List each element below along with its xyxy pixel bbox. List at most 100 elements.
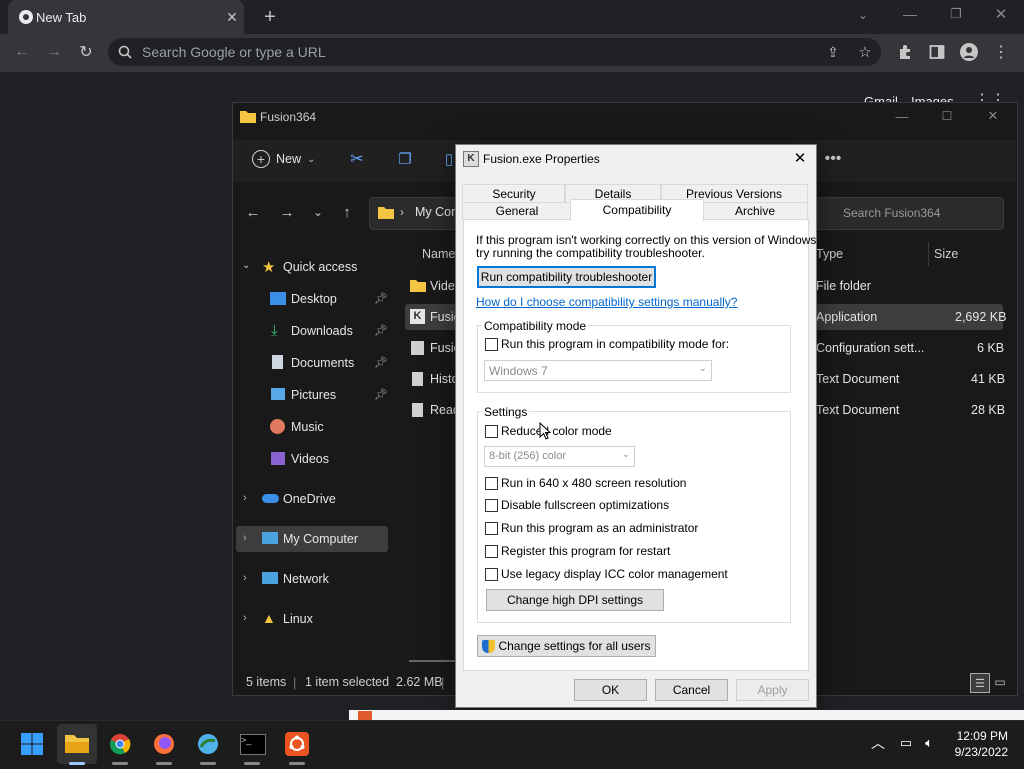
run-as-admin-checkbox[interactable] <box>485 522 498 535</box>
explorer-forward-icon[interactable]: → <box>278 203 296 221</box>
onedrive-icon <box>262 494 279 503</box>
column-header-size[interactable]: Size <box>934 247 958 261</box>
running-indicator <box>156 762 172 765</box>
videos-icon <box>271 452 285 465</box>
reload-icon[interactable]: ↻ <box>76 42 96 62</box>
network-icon <box>262 572 278 584</box>
computer-icon <box>262 532 278 544</box>
sidebar-item-linux[interactable]: Linux <box>283 612 313 626</box>
tiles-view-icon[interactable]: ▭ <box>992 673 1008 691</box>
minimize-icon[interactable]: — <box>900 4 920 24</box>
sidebar-item-downloads[interactable]: Downloads <box>291 324 353 338</box>
reduced-color-checkbox[interactable] <box>485 425 498 438</box>
tab-security[interactable]: Security <box>462 184 566 203</box>
back-icon[interactable]: ← <box>12 42 32 62</box>
my-computer-chevron-icon[interactable]: › <box>243 532 247 544</box>
bookmark-star-icon[interactable]: ☆ <box>856 43 874 61</box>
taskbar-app-icon[interactable] <box>197 733 219 758</box>
up-icon[interactable]: ↑ <box>338 203 356 221</box>
details-view-icon[interactable]: ☰ <box>970 673 990 693</box>
run-troubleshooter-button[interactable]: Run compatibility troubleshooter <box>477 266 656 288</box>
resolution-640-checkbox[interactable] <box>485 477 498 490</box>
apply-button[interactable]: Apply <box>736 679 809 701</box>
clock-date[interactable]: 9/23/2022 <box>940 745 1008 759</box>
restore-icon[interactable]: ❐ <box>946 4 966 24</box>
chevron-down-icon: ⌄ <box>621 449 630 460</box>
recent-locations-icon[interactable]: ⌄ <box>310 203 326 221</box>
color-depth-select[interactable]: 8-bit (256) color ⌄ <box>484 446 635 467</box>
horizontal-scrollbar[interactable] <box>409 660 459 662</box>
compat-mode-checkbox[interactable] <box>485 338 498 351</box>
cancel-button[interactable]: Cancel <box>655 679 728 701</box>
sidebar-item-desktop[interactable]: Desktop <box>291 292 337 306</box>
sidebar-item-pictures[interactable]: Pictures <box>291 388 336 402</box>
profile-avatar[interactable] <box>960 43 978 61</box>
file-size: 28 KB <box>971 403 1006 417</box>
window-close-icon[interactable]: ✕ <box>991 4 1011 24</box>
dialog-close-icon[interactable]: ✕ <box>792 150 808 167</box>
start-windows-icon[interactable] <box>20 732 44 756</box>
tab-close-icon[interactable]: ✕ <box>224 9 240 25</box>
compat-os-select[interactable]: Windows 7 ⌄ <box>484 360 712 381</box>
forward-icon[interactable]: → <box>44 42 64 62</box>
chrome-icon <box>18 9 34 25</box>
disable-fullscreen-checkbox[interactable] <box>485 499 498 512</box>
quick-access-chevron-icon[interactable]: ⌄ <box>242 260 250 271</box>
share-icon[interactable]: ⇪ <box>824 43 842 61</box>
explorer-close-icon[interactable]: ✕ <box>984 108 1002 124</box>
taskbar-terminal-icon[interactable]: >_ <box>240 734 266 755</box>
file-type: File folder <box>816 279 871 293</box>
network-status-icon[interactable]: ▭ <box>897 735 915 751</box>
sidebar-item-onedrive[interactable]: OneDrive <box>283 492 336 506</box>
star-icon: ★ <box>262 259 276 276</box>
cut-icon[interactable]: ✂ <box>348 150 366 168</box>
copy-icon[interactable]: ❐ <box>396 150 414 168</box>
tab-general[interactable]: General <box>462 202 572 220</box>
help-link[interactable]: How do I choose compatibility settings m… <box>476 295 737 309</box>
sidebar-item-videos[interactable]: Videos <box>291 452 329 466</box>
paste-icon[interactable]: ▯ <box>443 150 455 168</box>
explorer-back-icon[interactable]: ← <box>244 203 262 221</box>
sidebar-item-network[interactable]: Network <box>283 572 329 586</box>
file-name[interactable]: Vide <box>430 279 455 293</box>
new-tab-icon[interactable]: + <box>259 6 281 28</box>
active-app-indicator <box>69 762 85 765</box>
sidebar-item-documents[interactable]: Documents <box>291 356 354 370</box>
address-folder-icon <box>377 205 395 219</box>
legacy-icc-checkbox[interactable] <box>485 568 498 581</box>
more-menu-icon[interactable]: ⋮ <box>993 43 1009 61</box>
new-button[interactable]: + New ⌄ <box>252 150 315 168</box>
tab-archive[interactable]: Archive <box>702 202 808 220</box>
pictures-icon <box>271 388 285 400</box>
explorer-more-icon[interactable]: ••• <box>822 150 844 168</box>
side-panel-icon[interactable] <box>928 43 946 61</box>
explorer-minimize-icon[interactable]: — <box>893 108 911 124</box>
onedrive-chevron-icon[interactable]: › <box>243 492 247 504</box>
sidebar-item-quick-access[interactable]: Quick access <box>283 260 357 274</box>
volume-icon[interactable]: 🔈︎ <box>920 735 938 751</box>
status-divider: | <box>441 675 445 690</box>
taskbar-chrome-icon[interactable] <box>109 733 131 758</box>
file-size: 6 KB <box>977 341 1005 355</box>
register-restart-checkbox[interactable] <box>485 545 498 558</box>
running-indicator <box>200 762 216 765</box>
change-dpi-button[interactable]: Change high DPI settings <box>486 589 664 611</box>
sidebar-item-music[interactable]: Music <box>291 420 324 434</box>
explorer-maximize-icon[interactable]: ☐ <box>938 108 956 124</box>
taskbar-ubuntu-icon[interactable] <box>285 732 309 756</box>
extensions-icon[interactable] <box>896 43 914 61</box>
column-header-type[interactable]: Type <box>816 247 843 261</box>
linux-chevron-icon[interactable]: › <box>243 612 247 624</box>
column-header-name[interactable]: Name <box>422 247 455 261</box>
sidebar-item-my-computer[interactable]: My Computer <box>283 532 358 546</box>
network-chevron-icon[interactable]: › <box>243 572 247 584</box>
tab-search-icon[interactable]: ⌄ <box>852 6 874 24</box>
tray-overflow-icon[interactable]: ︿ <box>870 735 886 751</box>
taskbar-firefox-icon[interactable] <box>153 733 175 758</box>
ok-button[interactable]: OK <box>574 679 647 701</box>
new-label: New <box>276 152 302 166</box>
change-all-users-button[interactable]: Change settings for all users <box>477 635 656 657</box>
taskbar-file-explorer-icon[interactable] <box>65 733 89 756</box>
clock-time[interactable]: 12:09 PM <box>940 729 1008 743</box>
tab-compatibility[interactable]: Compatibility <box>570 199 704 221</box>
